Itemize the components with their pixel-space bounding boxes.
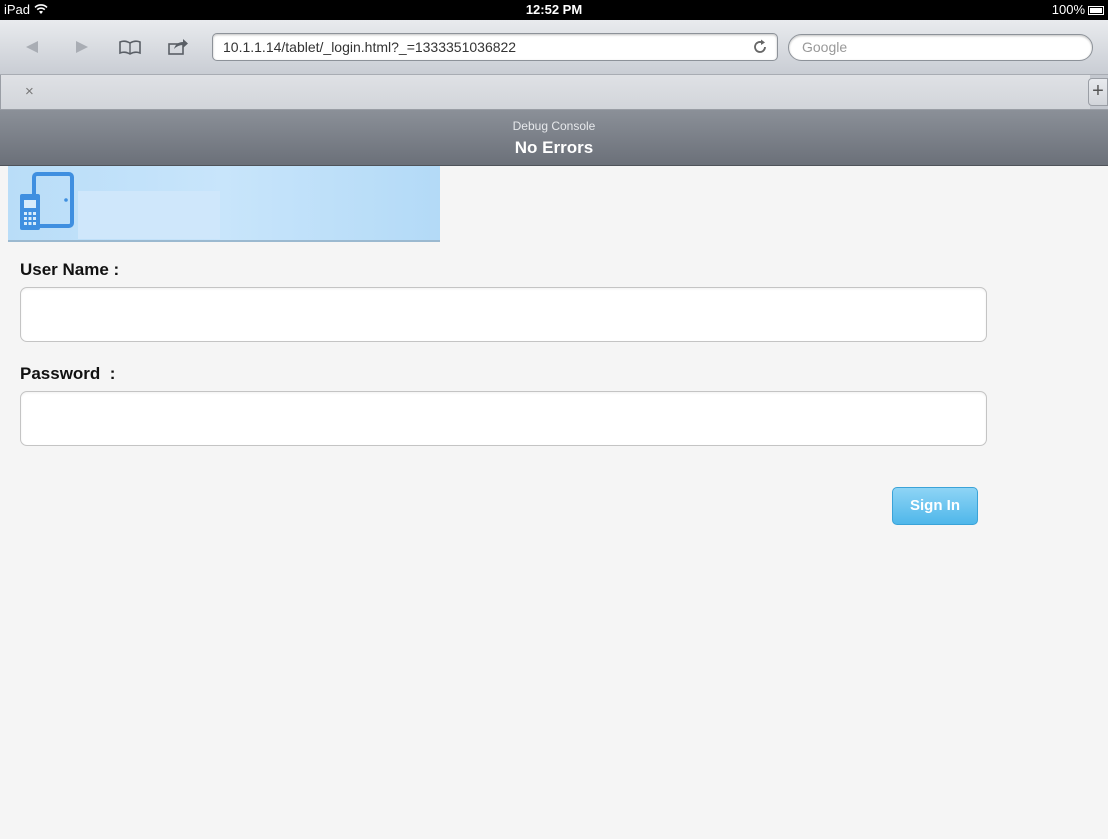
reload-icon[interactable] bbox=[751, 38, 769, 56]
forward-button[interactable] bbox=[68, 33, 96, 61]
debug-console-title: Debug Console bbox=[512, 119, 596, 133]
status-right: 100% bbox=[1052, 2, 1104, 17]
status-bar: iPad 12:52 PM 100% bbox=[0, 0, 1108, 20]
debug-console[interactable]: Debug Console No Errors bbox=[0, 110, 1108, 166]
share-icon bbox=[168, 39, 188, 55]
battery-percent: 100% bbox=[1051, 2, 1085, 17]
search-placeholder: Google bbox=[802, 39, 848, 55]
new-tab-button[interactable]: + bbox=[1088, 78, 1108, 106]
bookmarks-button[interactable] bbox=[116, 33, 144, 61]
url-text: 10.1.1.14/tablet/_login.html?_=133335103… bbox=[223, 39, 517, 55]
username-label: User Name : bbox=[20, 260, 120, 279]
tab-close-icon[interactable]: × bbox=[25, 83, 34, 100]
back-arrow-icon bbox=[26, 41, 38, 53]
address-bar[interactable]: 10.1.1.14/tablet/_login.html?_=133335103… bbox=[212, 33, 778, 61]
tab-strip: × + bbox=[0, 75, 1108, 110]
logo-area bbox=[78, 191, 220, 239]
header-banner bbox=[8, 166, 440, 242]
tablet-phone-logo-icon bbox=[20, 172, 74, 230]
search-input[interactable]: Google bbox=[788, 34, 1093, 61]
password-label: Password : bbox=[20, 364, 116, 383]
share-button[interactable] bbox=[164, 33, 192, 61]
debug-console-status: No Errors bbox=[514, 138, 594, 157]
browser-toolbar: 10.1.1.14/tablet/_login.html?_=133335103… bbox=[0, 20, 1108, 75]
forward-arrow-icon bbox=[76, 41, 88, 53]
clock: 12:52 PM bbox=[525, 2, 583, 17]
battery-icon bbox=[1088, 5, 1104, 15]
sign-in-button[interactable]: Sign In bbox=[892, 487, 978, 525]
bookmarks-icon bbox=[119, 40, 141, 55]
tab-current[interactable]: × bbox=[0, 75, 1090, 109]
password-field[interactable] bbox=[20, 391, 987, 446]
username-field[interactable] bbox=[20, 287, 987, 342]
back-button[interactable] bbox=[18, 33, 46, 61]
